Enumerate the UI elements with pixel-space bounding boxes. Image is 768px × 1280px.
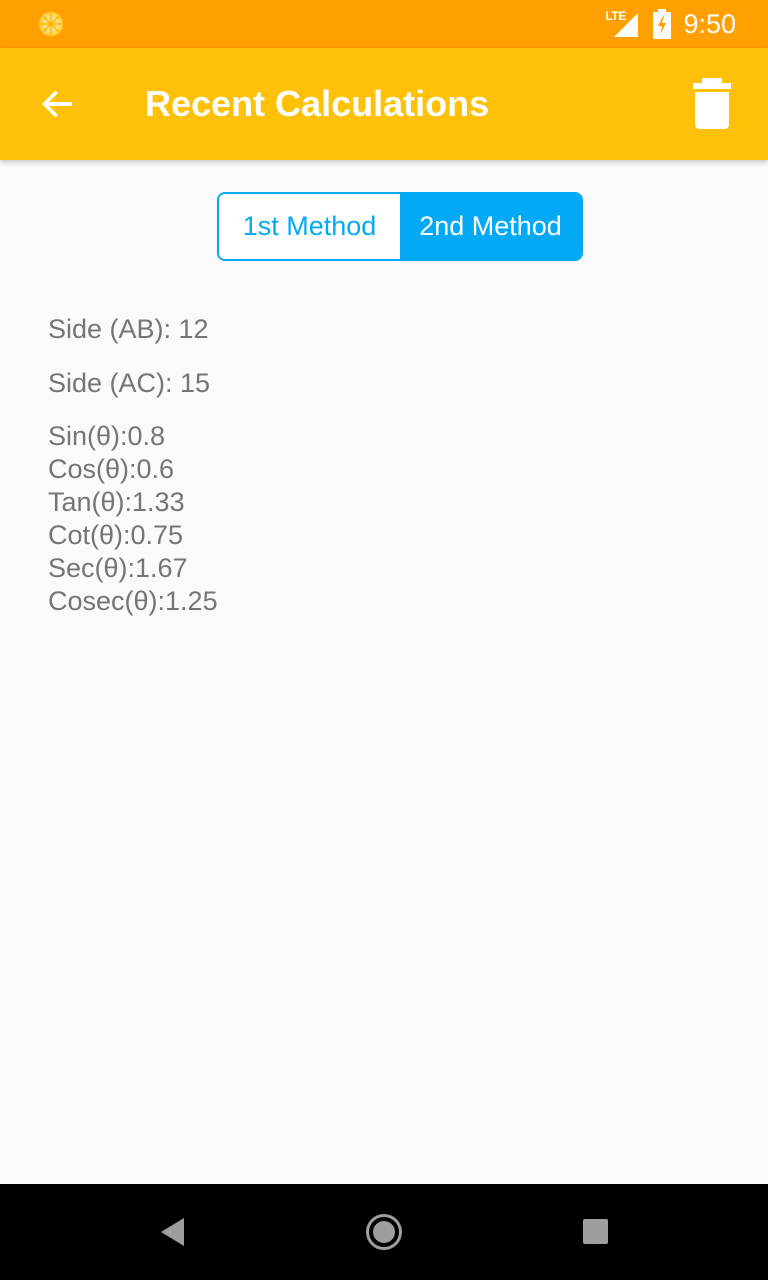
method-toggle: 1st Method 2nd Method <box>217 192 583 261</box>
nav-home-icon[interactable] <box>365 1213 403 1251</box>
app-bar: Recent Calculations <box>0 48 768 160</box>
nav-recents-icon[interactable] <box>583 1219 608 1244</box>
page-title: Recent Calculations <box>145 83 490 124</box>
battery-charging-icon <box>653 9 672 39</box>
nav-back-icon[interactable] <box>158 1216 186 1248</box>
side-ac-value: Side (AC): 15 <box>48 368 211 398</box>
sin-result: Sin(θ):0.8 <box>48 421 166 451</box>
status-time: 9:50 <box>683 8 736 39</box>
cot-result: Cot(θ):0.75 <box>48 520 184 550</box>
lte-signal: LTE <box>605 9 641 39</box>
sec-result: Sec(θ):1.67 <box>48 553 188 583</box>
app-notification-icon <box>39 12 63 36</box>
tab-2nd-method[interactable]: 2nd Method <box>400 194 581 259</box>
status-bar: LTE 9:50 <box>0 0 768 48</box>
side-ab-value: Side (AB): 12 <box>48 314 209 344</box>
cos-result: Cos(θ):0.6 <box>48 454 175 484</box>
trig-results: Sin(θ):0.8 Cos(θ):0.6 Tan(θ):1.33 Cot(θ)… <box>48 420 218 618</box>
status-indicators: LTE 9:50 <box>605 0 736 48</box>
tan-result: Tan(θ):1.33 <box>48 487 185 517</box>
trash-icon[interactable] <box>690 78 734 130</box>
arrow-back-icon[interactable] <box>36 82 80 126</box>
cosec-result: Cosec(θ):1.25 <box>48 586 218 616</box>
tab-1st-method[interactable]: 1st Method <box>219 194 400 259</box>
cell-signal-icon <box>614 13 639 37</box>
